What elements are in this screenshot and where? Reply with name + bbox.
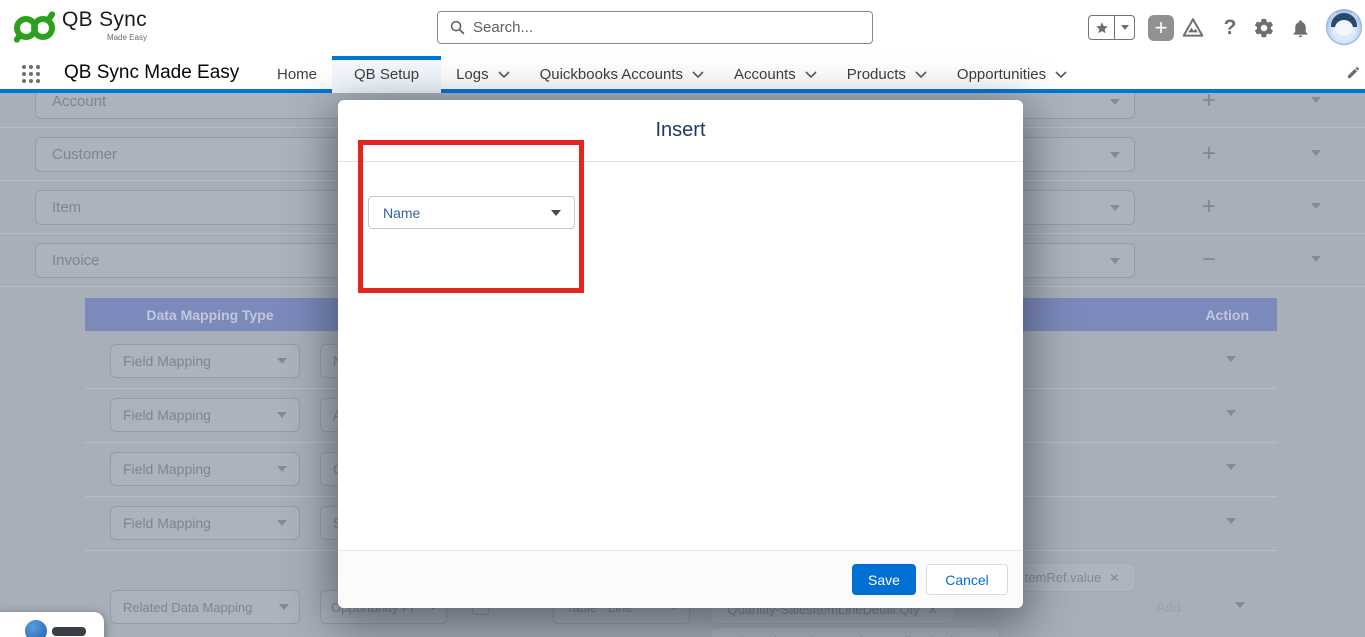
save-button[interactable]: Save xyxy=(852,564,916,595)
mapping-type-value: Field Mapping xyxy=(123,515,211,531)
entity-label: Account xyxy=(52,93,107,110)
add-row-button[interactable]: + xyxy=(1202,195,1216,219)
table-header-type: Data Mapping Type xyxy=(146,306,274,323)
chevron-down-icon xyxy=(277,520,287,526)
add-button[interactable]: Add xyxy=(1156,599,1181,615)
help-button[interactable]: ? xyxy=(1220,15,1240,41)
row-action-chevron-icon[interactable] xyxy=(1226,410,1236,416)
logo-text: QB Sync Made Easy xyxy=(62,8,147,42)
row-action-chevron-icon[interactable] xyxy=(1226,464,1236,470)
tab-opportunities[interactable]: Opportunities xyxy=(942,56,1082,93)
mapping-type-select-related[interactable]: Related Data Mapping xyxy=(110,590,300,624)
tab-qb-setup[interactable]: QB Setup xyxy=(332,56,442,93)
chevron-down-icon[interactable] xyxy=(1311,150,1321,156)
trailhead-icon xyxy=(1182,18,1204,37)
tab-label: Accounts xyxy=(734,66,796,83)
chat-widget-text xyxy=(52,627,86,636)
mapping-type-value: Field Mapping xyxy=(123,461,211,477)
setup-button[interactable] xyxy=(1252,15,1276,41)
gear-icon xyxy=(1254,18,1273,38)
pill-label: temRef.value xyxy=(1024,570,1102,585)
tab-label: Logs xyxy=(456,66,489,83)
tab-accounts[interactable]: Accounts xyxy=(719,56,832,93)
avatar[interactable] xyxy=(1326,9,1362,45)
mapping-type-select[interactable]: Field Mapping xyxy=(110,452,300,486)
chevron-down-icon xyxy=(1120,25,1129,30)
help-icon: ? xyxy=(1223,16,1237,39)
chevron-down-icon[interactable] xyxy=(1311,256,1321,262)
chevron-down-icon xyxy=(277,412,287,418)
chevron-down-icon xyxy=(805,71,817,78)
row-action-chevron-icon[interactable] xyxy=(1226,518,1236,524)
mapping-type-value: Field Mapping xyxy=(123,407,211,423)
row-action-chevron-icon[interactable] xyxy=(1235,602,1245,608)
chevron-down-icon[interactable] xyxy=(1311,97,1321,103)
search-input[interactable] xyxy=(473,19,833,36)
entity-label: Customer xyxy=(52,146,118,163)
tab-products[interactable]: Products xyxy=(832,56,942,93)
entity-label: Invoice xyxy=(52,252,100,269)
bell-icon xyxy=(1293,19,1307,37)
global-add-button[interactable]: + xyxy=(1148,15,1174,41)
modal-footer: Save Cancel xyxy=(338,550,1023,608)
chevron-down-icon[interactable] xyxy=(1110,205,1120,211)
table-header-action: Action xyxy=(1205,306,1249,323)
logo-subtitle: Made Easy xyxy=(106,33,147,42)
chevron-down-icon xyxy=(279,604,289,610)
chevron-down-icon[interactable] xyxy=(1311,203,1321,209)
mapping-type-select[interactable]: Field Mapping xyxy=(110,344,300,378)
top-header: QB Sync Made Easy + ? xyxy=(0,0,1365,56)
tab-label: Products xyxy=(846,66,906,83)
tab-label: Home xyxy=(277,66,318,83)
chevron-down-icon xyxy=(1055,71,1067,78)
remove-icon[interactable]: ✕ xyxy=(1109,571,1119,585)
app-name: QB Sync Made Easy xyxy=(64,62,240,83)
app-navbar: QB Sync Made Easy Home QB Setup Logs Qui… xyxy=(0,56,1365,93)
chevron-down-icon[interactable] xyxy=(1110,258,1120,264)
cancel-button[interactable]: Cancel xyxy=(926,564,1008,595)
tab-label: Quickbooks Accounts xyxy=(539,66,684,83)
mapping-type-value: Related Data Mapping xyxy=(123,599,253,615)
favorites-control xyxy=(1088,15,1135,40)
chevron-down-icon[interactable] xyxy=(1110,152,1120,158)
chevron-down-icon xyxy=(692,71,704,78)
tab-logs[interactable]: Logs xyxy=(441,56,525,93)
global-search xyxy=(437,11,873,44)
favorites-dropdown-button[interactable] xyxy=(1115,16,1134,39)
tab-home[interactable]: Home xyxy=(262,56,332,93)
nav-tabs: Home QB Setup Logs Quickbooks Accounts A… xyxy=(262,56,1082,93)
entity-label: Item xyxy=(52,199,82,216)
search-icon xyxy=(450,20,465,35)
chevron-down-icon[interactable] xyxy=(1110,99,1120,105)
favorites-star-button[interactable] xyxy=(1089,16,1115,39)
mapping-pill: temRef.value ✕ xyxy=(1008,563,1136,592)
plus-icon: + xyxy=(1154,15,1168,40)
app-launcher-icon[interactable] xyxy=(22,65,40,83)
chevron-down-icon xyxy=(498,71,510,78)
notifications-button[interactable] xyxy=(1288,15,1312,41)
qb-logo-icon xyxy=(12,10,58,44)
star-icon xyxy=(1095,21,1108,33)
logo-title: QB Sync xyxy=(62,8,147,31)
tab-quickbooks-accounts[interactable]: Quickbooks Accounts xyxy=(525,56,719,93)
mapping-type-select[interactable]: Field Mapping xyxy=(110,398,300,432)
annotation-red-box xyxy=(358,140,584,293)
chevron-down-icon xyxy=(915,71,927,78)
chat-widget[interactable] xyxy=(0,612,104,637)
tab-label: Opportunities xyxy=(956,66,1047,83)
remove-row-button[interactable]: − xyxy=(1202,248,1216,272)
chevron-down-icon xyxy=(277,466,287,472)
mapping-type-value: Field Mapping xyxy=(123,353,211,369)
pencil-icon xyxy=(1347,66,1360,79)
row-action-chevron-icon[interactable] xyxy=(1226,356,1236,362)
chevron-down-icon xyxy=(277,358,287,364)
mapping-pill: Sales Price-SalesItemLineDetail.UnitPric… xyxy=(710,627,1000,637)
trailhead-button[interactable] xyxy=(1180,15,1206,41)
edit-nav-button[interactable] xyxy=(1346,65,1361,85)
add-row-button[interactable]: + xyxy=(1202,142,1216,166)
chat-bubble-icon xyxy=(25,620,47,637)
mapping-type-select[interactable]: Field Mapping xyxy=(110,506,300,540)
tab-label: QB Setup xyxy=(354,66,420,83)
